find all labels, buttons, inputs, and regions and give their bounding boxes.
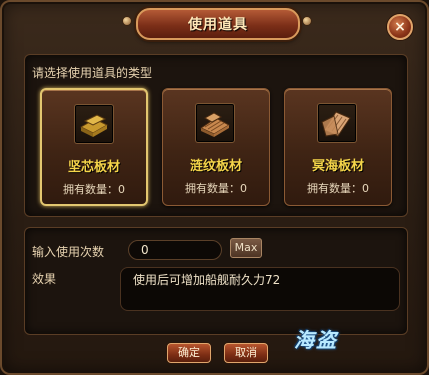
item-name: 坚芯板材 <box>67 160 120 175</box>
wood-plank-icon <box>317 103 357 143</box>
effect-label: 效果 <box>32 272 57 286</box>
item-name: 涟纹板材 <box>189 159 242 174</box>
wood-plank-icon <box>74 104 114 144</box>
cancel-button[interactable]: 取消 <box>224 343 268 363</box>
use-item-dialog: 使用道具 × 请选择使用道具的类型 坚芯板材 拥有数量：0 涟纹板材 拥有数量：… <box>0 0 429 375</box>
item-card-lianwen[interactable]: 涟纹板材 拥有数量：0 <box>162 88 270 206</box>
title-ornament-left <box>122 16 132 26</box>
count-label: 输入使用次数 <box>32 245 105 259</box>
dialog-title: 使用道具 <box>188 17 248 33</box>
item-quantity: 拥有数量：0 <box>307 182 369 195</box>
wood-plank-icon <box>195 103 235 143</box>
count-input[interactable]: 0 <box>128 240 222 260</box>
item-card-jianxin[interactable]: 坚芯板材 拥有数量：0 <box>40 88 148 206</box>
item-quantity: 拥有数量：0 <box>185 182 247 195</box>
item-quantity: 拥有数量：0 <box>63 183 125 196</box>
close-button[interactable]: × <box>387 14 413 40</box>
effect-text: 使用后可增加船舰耐久力72 <box>120 267 400 311</box>
item-name: 冥海板材 <box>311 159 364 174</box>
dialog-title-plate: 使用道具 <box>136 8 300 40</box>
game-logo: 海盗 <box>294 328 338 352</box>
item-card-minghai[interactable]: 冥海板材 拥有数量：0 <box>284 88 392 206</box>
confirm-button[interactable]: 确定 <box>167 343 211 363</box>
max-button[interactable]: Max <box>230 238 262 258</box>
select-type-hint: 请选择使用道具的类型 <box>32 66 153 80</box>
title-ornament-right <box>302 16 312 26</box>
